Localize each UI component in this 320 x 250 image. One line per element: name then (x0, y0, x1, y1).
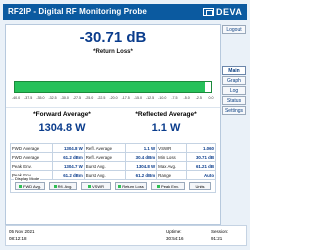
display-mode-caption: Display Mode (14, 176, 41, 181)
fwd-avg-button[interactable]: FWD Avg. (15, 182, 45, 190)
button-label: FWD Avg. (23, 184, 41, 189)
indicator-icon (88, 185, 91, 189)
measurement-label: Refl. Average (83, 143, 126, 153)
bar-scale: -40.0 -37.5 -35.0 -32.5 -30.0 -27.5 -25.0 -22.5… (12, 96, 215, 102)
scale-tick-label: -10.0 (158, 96, 167, 100)
measurement-value: 30.71 dB (185, 152, 216, 162)
brand-name: DEVA (216, 7, 243, 17)
deva-logo-icon (203, 8, 214, 16)
bar-empty-segment (205, 82, 211, 92)
measurement-label: Min Loss (156, 152, 187, 162)
indicator-icon (19, 185, 23, 189)
measurement-label: FWD Average (9, 143, 54, 153)
reflected-average-label: *Reflected Average* (135, 111, 197, 118)
vswr-button[interactable]: VSWR (81, 182, 111, 190)
footer-date: 05 Nov 2021 (9, 229, 35, 234)
return-loss-value: -30.71 dB (79, 29, 147, 46)
forward-average-value: 1304.8 W (38, 122, 86, 134)
button-label: VSWR (92, 184, 104, 189)
scale-tick-label: -37.5 (24, 96, 33, 100)
main-panel: -30.71 dB *Return Loss* -40.0 -37.5 -35.0-… (5, 24, 221, 225)
measurement-label: Peak Env. (9, 161, 54, 171)
measurement-label: Max Avg. (156, 161, 187, 171)
uptime-value: 30:54:16 (166, 236, 184, 241)
display-mode-group: Display Mode FWD Avg. Rfl. Avg. VSWR Return… (10, 176, 216, 193)
button-label: Units (195, 184, 205, 189)
units-button[interactable]: Units (189, 182, 211, 190)
scale-tick-label: -40.0 (11, 96, 21, 100)
measurement-value: 30.4 dBm (124, 152, 158, 162)
measurement-value: 61.2 dBm (52, 152, 85, 162)
scale-tick-label: -7.5 (171, 96, 178, 100)
measurement-value: 1.060 (185, 143, 216, 153)
divider (6, 107, 220, 108)
measurement-value: 1.1 W (124, 143, 158, 153)
nav-status[interactable]: Status (222, 96, 246, 105)
table-row: FWD Average 61.2 dBm Refl. Average 30.4 dBm… (9, 152, 216, 162)
measurement-label: Refl. Average (83, 152, 126, 162)
nav-main[interactable]: Main (222, 66, 246, 75)
measurement-value: 1304.7 W (52, 161, 85, 171)
nav-graph[interactable]: Graph (222, 76, 246, 85)
scale-tick-label: -25.0 (85, 96, 94, 100)
button-label: Return Loss (122, 184, 144, 189)
scale-tick-label: -17.5 (121, 96, 130, 100)
page-title: RF2IP - Digital RF Monitoring Probe (8, 7, 147, 16)
indicator-icon (118, 185, 122, 189)
uptime-label: Uptime: (166, 229, 182, 234)
nav-log[interactable]: Log (222, 86, 246, 95)
measurement-value: 1304.8 W (124, 161, 158, 171)
table-row: FWD Average 1304.8 W Refl. Average 1.1 W VSW… (9, 143, 216, 153)
scale-tick-label: 0.0 (208, 96, 214, 100)
scale-tick-label: -30.0 (60, 96, 69, 100)
button-label: Rfl. Avg. (57, 184, 73, 189)
nav-settings[interactable]: Settings (222, 106, 246, 115)
forward-average-label: *Forward Average* (33, 111, 91, 118)
reflected-average-value: 1.1 W (151, 122, 181, 134)
deva-logo: DEVA (203, 7, 243, 17)
measurement-label: VSWR (156, 143, 187, 153)
peak-env-button[interactable]: Peak Env. (151, 182, 185, 190)
scale-tick-label: -2.5 (195, 96, 202, 100)
return-loss-label: *Return Loss* (93, 49, 133, 55)
status-footer: 05 Nov 2021 08:12:18 Uptime: 30:54:16 Se… (5, 225, 247, 246)
scale-tick-label: -35.0 (36, 96, 45, 100)
scale-tick-label: -12.5 (145, 96, 155, 100)
table-row: Peak Env. 1304.7 W Burst Avg. 1304.8 W Max A… (9, 161, 216, 171)
measurement-label: FWD Average (9, 152, 54, 162)
indicator-icon (53, 185, 57, 189)
logout-button[interactable]: Logout (222, 25, 246, 34)
scale-tick-label: -5.0 (183, 96, 190, 100)
indicator-icon (157, 185, 161, 189)
rfl-avg-button[interactable]: Rfl. Avg. (49, 182, 77, 190)
session-label: Session: (211, 229, 229, 234)
return-loss-button[interactable]: Return Loss (115, 182, 147, 190)
scale-tick-label: -32.5 (48, 96, 57, 100)
app-frame: RF2IP - Digital RF Monitoring Probe DEVA… (0, 0, 250, 250)
measurements-table: FWD Average 1304.8 W Refl. Average 1.1 W VSW… (9, 143, 216, 180)
scale-tick-label: -22.5 (97, 96, 106, 100)
footer-time: 08:12:18 (9, 236, 27, 241)
return-loss-bar (14, 81, 212, 93)
scale-tick-label: -20.0 (109, 96, 118, 100)
button-label: Peak Env. (161, 184, 179, 189)
measurement-label: Burst Avg. (83, 161, 126, 171)
header-bar: RF2IP - Digital RF Monitoring Probe DEVA (3, 4, 247, 20)
measurement-value: 1304.8 W (52, 143, 85, 153)
scale-tick-label: -15.0 (133, 96, 142, 100)
measurement-value: 61.21 dB (185, 161, 216, 171)
session-value: 91:21 (211, 236, 223, 241)
scale-tick-label: -27.5 (72, 96, 82, 100)
